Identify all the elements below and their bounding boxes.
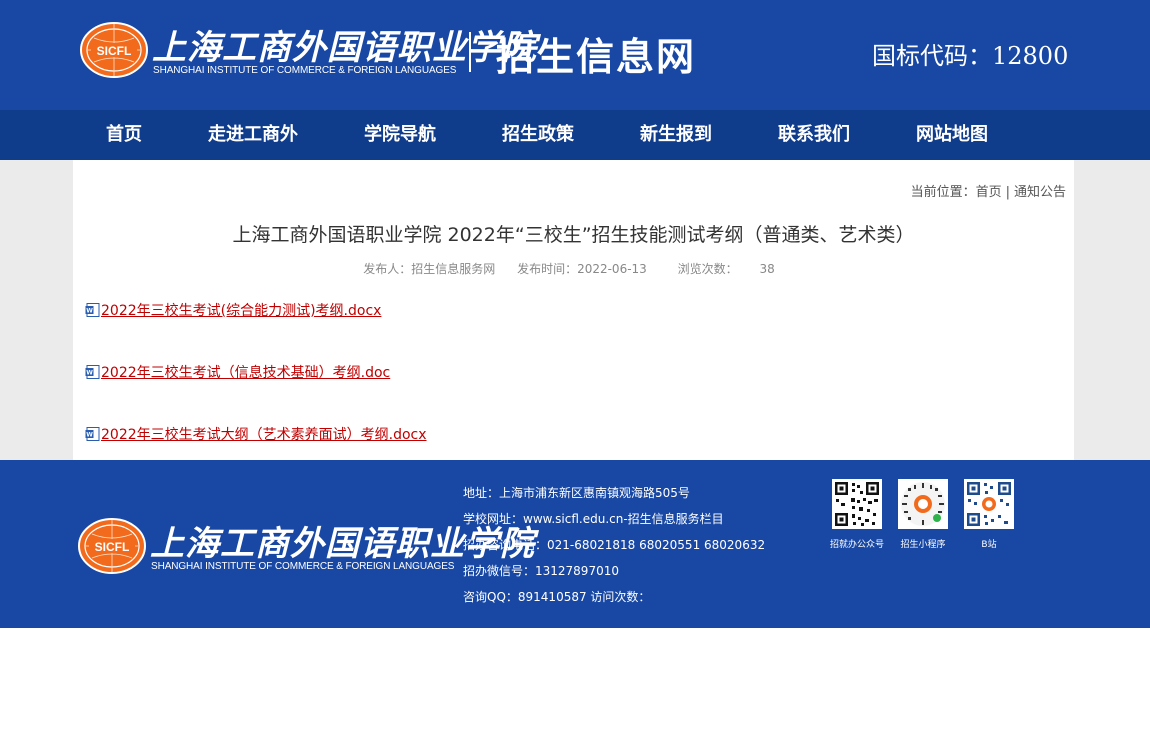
- article-meta: 发布人：招生信息服务网 发布时间：2022-06-13 浏览次数： 38: [73, 260, 1074, 277]
- header-divider: [469, 32, 471, 72]
- footer-college-name-en: SHANGHAI INSTITUTE OF COMMERCE & FOREIGN…: [151, 561, 455, 572]
- attachment-link[interactable]: 2022年三校生考试(综合能力测试)考纲.docx: [101, 303, 381, 319]
- article-publisher: 发布人：招生信息服务网: [363, 262, 496, 276]
- nav-item-home[interactable]: 首页: [106, 110, 142, 160]
- mini-program-qr-icon: [898, 479, 948, 529]
- contact-wechat: 招办微信号：13127897010: [463, 564, 619, 578]
- contact-address: 地址：上海市浦东新区惠南镇观海路505号: [463, 486, 690, 500]
- contact-website: 学校网址：www.sicfl.edu.cn-招生信息服务栏目: [463, 512, 724, 526]
- article-views: 浏览次数： 38: [669, 262, 784, 276]
- contact-qq: 咨询QQ：891410587 访问次数：: [463, 590, 651, 604]
- college-emblem-icon: SICFL: [80, 22, 148, 78]
- footer-college-logo: SICFL 上海工商外国语职业学院 SHANGHAI INSTITUTE OF …: [78, 514, 534, 578]
- site-footer: SICFL 上海工商外国语职业学院 SHANGHAI INSTITUTE OF …: [0, 460, 1150, 628]
- word-doc-icon: W: [85, 365, 100, 379]
- attachment-link[interactable]: 2022年三校生考试（信息技术基础）考纲.doc: [101, 365, 390, 381]
- nav-item-sitemap[interactable]: 网站地图: [916, 110, 988, 160]
- article-views-count: 38: [759, 262, 775, 276]
- nav-item-about[interactable]: 走进工商外: [208, 110, 298, 160]
- svg-text:W: W: [86, 308, 93, 315]
- breadcrumb-home-link[interactable]: 首页: [976, 185, 1002, 200]
- nav-item-admission-policy[interactable]: 招生政策: [502, 110, 574, 160]
- breadcrumb: 当前位置：首页 | 通知公告: [911, 181, 1066, 200]
- article-publish-time: 发布时间：2022-06-13: [517, 262, 647, 276]
- attachment-item: W 2022年三校生考试(综合能力测试)考纲.docx: [85, 300, 381, 320]
- qr-code-icon: [832, 479, 882, 529]
- college-emblem-icon: SICFL: [78, 518, 146, 574]
- svg-text:W: W: [86, 370, 93, 377]
- attachment-link[interactable]: 2022年三校生考试大纲（艺术素养面试）考纲.docx: [101, 427, 427, 443]
- college-name-cn: 上海工商外国语职业学院: [152, 28, 537, 68]
- nav-item-contact[interactable]: 联系我们: [778, 110, 850, 160]
- emblem-text: SICFL: [95, 540, 130, 554]
- breadcrumb-separator: |: [1005, 185, 1010, 200]
- national-code: 国标代码：12800: [872, 42, 1069, 70]
- contact-phone: 招办咨询电话：021-68021818 68020551 68020632: [463, 538, 766, 552]
- qr-official-account[interactable]: 招就办公众号: [830, 479, 884, 550]
- attachment-item: W 2022年三校生考试（信息技术基础）考纲.doc: [85, 362, 390, 382]
- college-name-en: SHANGHAI INSTITUTE OF COMMERCE & FOREIGN…: [153, 65, 457, 76]
- breadcrumb-prefix: 当前位置：: [910, 185, 976, 200]
- breadcrumb-current-link[interactable]: 通知公告: [1014, 185, 1066, 200]
- nav-item-college-navigation[interactable]: 学院导航: [364, 110, 436, 160]
- article-title: 上海工商外国语职业学院 2022年“三校生”招生技能测试考纲（普通类、艺术类）: [232, 224, 915, 246]
- word-doc-icon: W: [85, 427, 100, 441]
- site-header: SICFL 上海工商外国语职业学院 SHANGHAI INSTITUTE OF …: [0, 0, 1150, 110]
- article-views-label: 浏览次数：: [677, 262, 738, 276]
- qr-label: B站: [981, 540, 997, 550]
- contact-info: 地址：上海市浦东新区惠南镇观海路505号 学校网址：www.sicfl.edu.…: [463, 480, 765, 610]
- college-logo[interactable]: SICFL 上海工商外国语职业学院 SHANGHAI INSTITUTE OF …: [80, 18, 536, 82]
- nav-item-new-student-registration[interactable]: 新生报到: [640, 110, 712, 160]
- qr-mini-program[interactable]: 招生小程序: [898, 479, 948, 550]
- svg-text:W: W: [86, 432, 93, 439]
- article-content: 当前位置：首页 | 通知公告 上海工商外国语职业学院 2022年“三校生”招生技能测…: [73, 160, 1074, 460]
- site-title: 招生信息网: [496, 35, 697, 79]
- emblem-text: SICFL: [97, 44, 132, 58]
- main-nav: 首页 走进工商外 学院导航 招生政策 新生报到 联系我们 网站地图: [0, 110, 1150, 160]
- word-doc-icon: W: [85, 303, 100, 317]
- attachment-item: W 2022年三校生考试大纲（艺术素养面试）考纲.docx: [85, 424, 427, 444]
- qr-bilibili[interactable]: B站: [964, 479, 1014, 550]
- bilibili-qr-icon: [964, 479, 1014, 529]
